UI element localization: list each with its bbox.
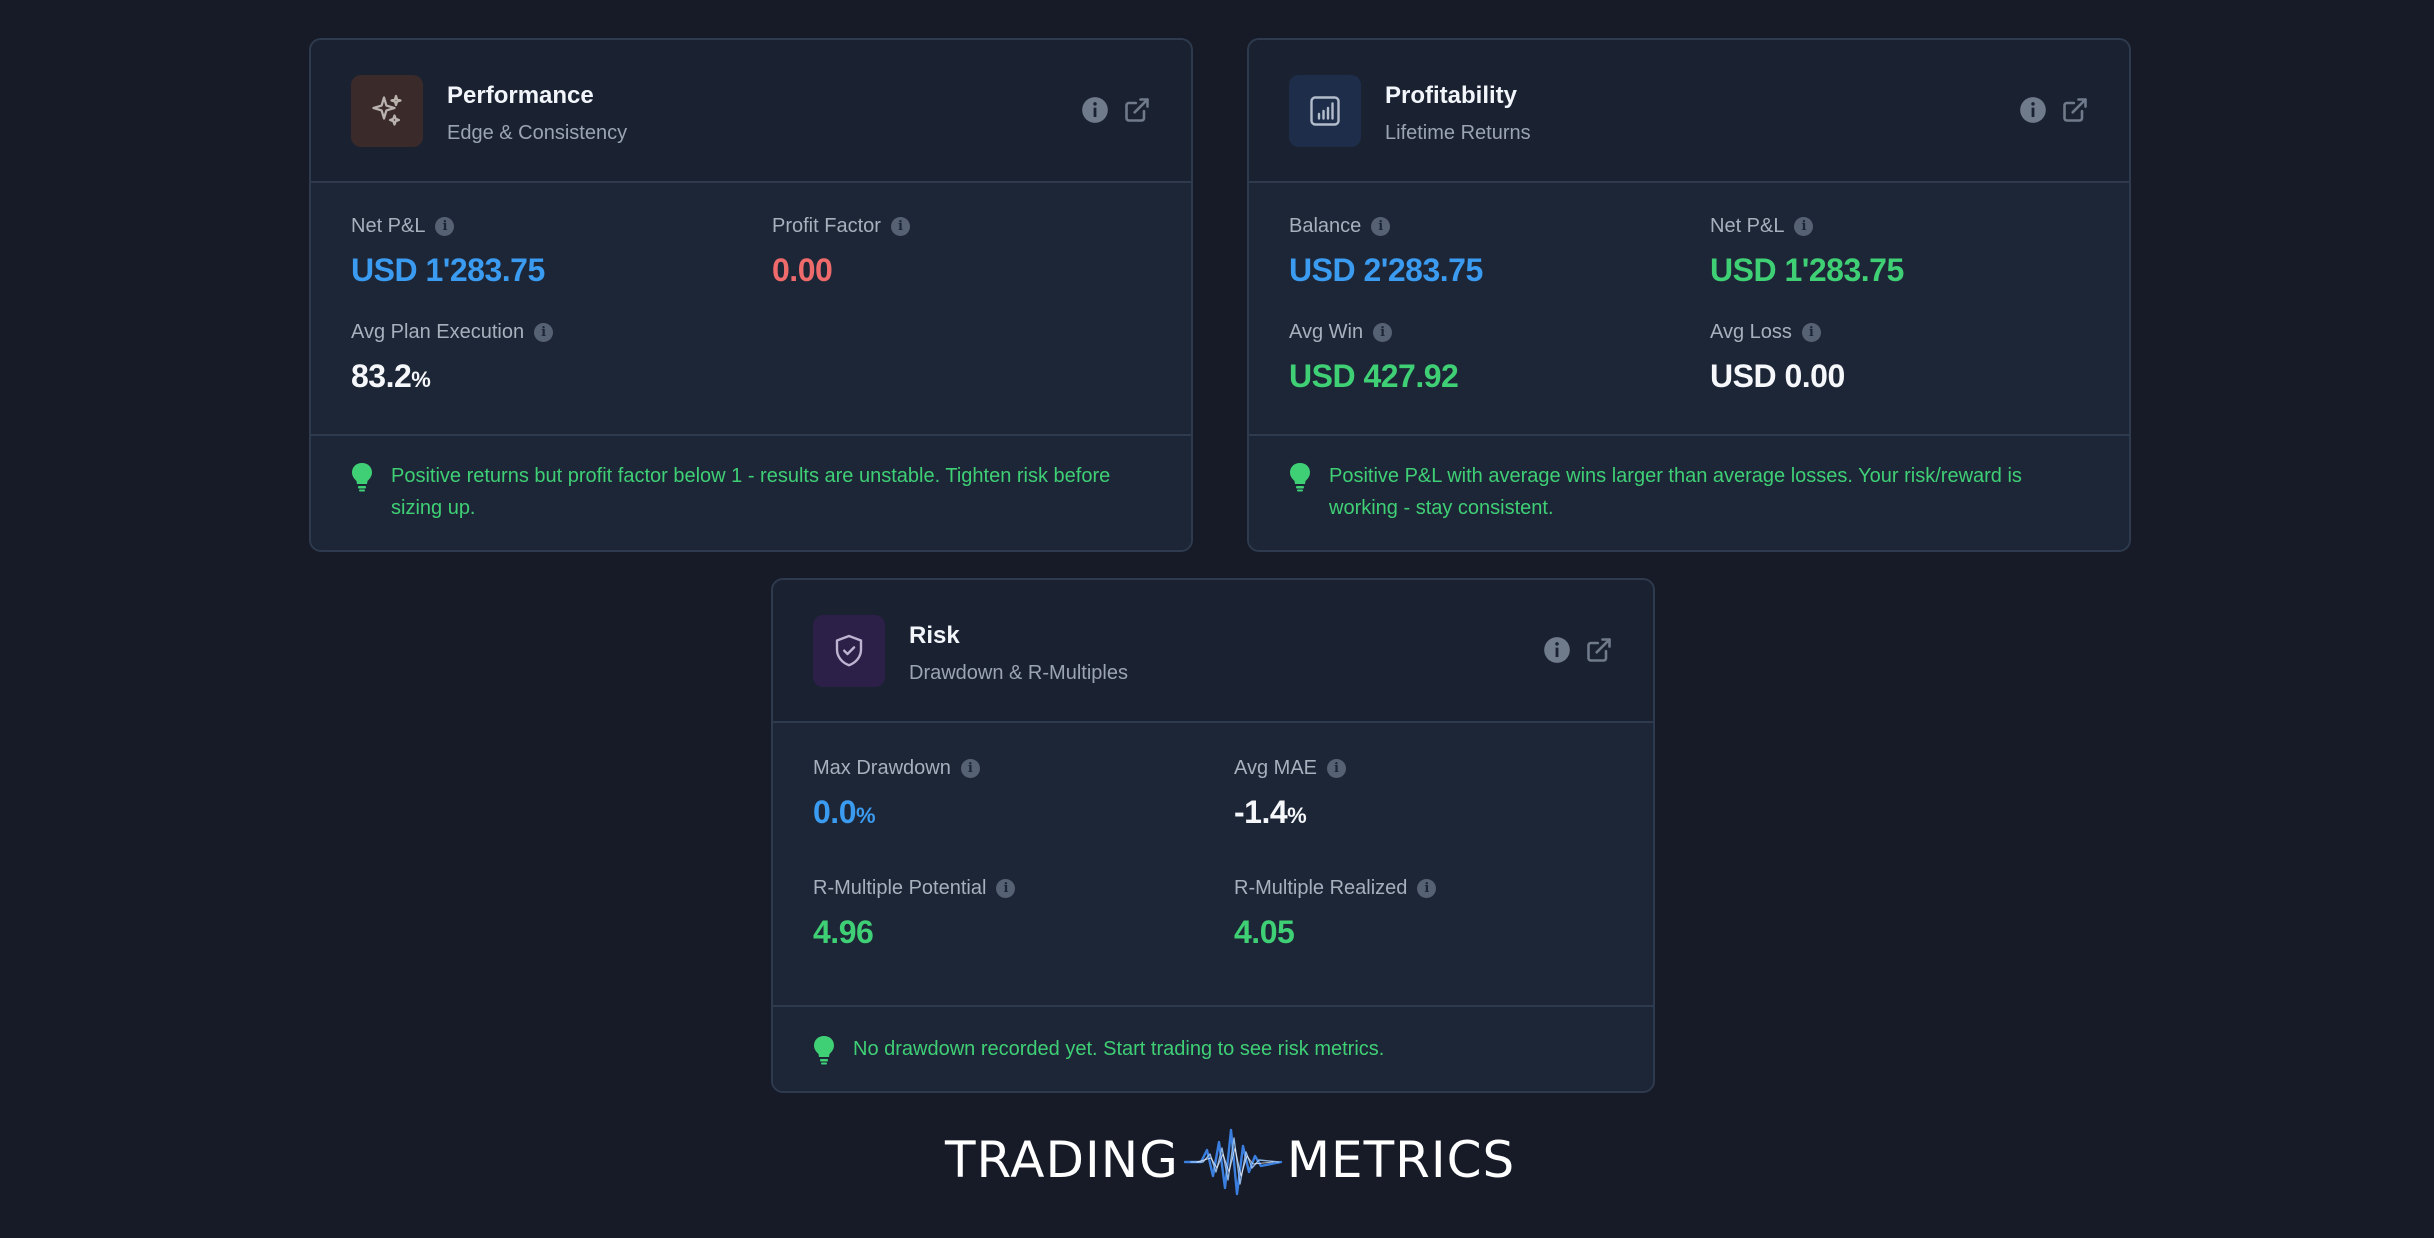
metric-value: 4.96 (813, 914, 874, 950)
profitability-card: Profitability Lifetime Returns Balance i … (1247, 38, 2131, 552)
info-icon[interactable]: i (1801, 323, 1821, 342)
metric-avg-mae: Avg MAE i -1.4% (1234, 757, 1346, 831)
metric-label: Avg Loss (1710, 321, 1792, 343)
metric-label: Max Drawdown (813, 757, 951, 779)
profitability-tip-text: Positive P&L with average wins larger th… (1329, 465, 2022, 519)
metric-label: R-Multiple Realized (1234, 877, 1408, 899)
metric-value: 83.2 (351, 358, 412, 394)
lightbulb-icon (1290, 463, 1310, 492)
info-icon[interactable]: i (1327, 759, 1346, 778)
info-icon[interactable]: i (890, 217, 910, 236)
metric-label: Avg MAE (1234, 757, 1317, 779)
metric-net-pnl: Net P&L i USD 1'283.75 (351, 215, 545, 289)
metric-value: 4.05 (1234, 914, 1295, 950)
metric-unit: % (411, 367, 431, 392)
profitability-card-header: Profitability Lifetime Returns (1249, 40, 2129, 183)
card-subtitle: Drawdown & R-Multiples (909, 662, 1128, 684)
external-link-icon[interactable] (2061, 96, 2089, 124)
brand-word-left: TRADING (945, 1131, 1179, 1189)
metric-value: 0.0 (813, 794, 856, 830)
info-icon[interactable] (1543, 636, 1571, 664)
info-icon[interactable]: i (1417, 879, 1437, 898)
metric-r-multiple-potential: R-Multiple Potential i 4.96 (813, 877, 1016, 951)
external-link-icon[interactable] (1123, 96, 1151, 124)
metric-label: Net P&L (1710, 215, 1785, 237)
performance-card: Performance Edge & Consistency Net P&L i … (309, 38, 1193, 552)
sparkles-icon (351, 75, 423, 147)
metric-label: Balance (1289, 215, 1362, 237)
brand-word-right: METRICS (1286, 1131, 1516, 1189)
metric-avg-loss: Avg Loss i USD 0.00 (1710, 321, 1845, 395)
info-icon[interactable] (1081, 96, 1109, 124)
risk-tip-text: No drawdown recorded yet. Start trading … (853, 1038, 1385, 1060)
external-link-icon[interactable] (1585, 636, 1613, 664)
performance-tip-text: Positive returns but profit factor below… (391, 465, 1111, 519)
metric-avg-plan-execution: Avg Plan Execution i 83.2% (351, 321, 554, 395)
info-icon[interactable]: i (435, 217, 455, 236)
metric-max-drawdown: Max Drawdown i 0.0% (813, 757, 980, 831)
metric-value: USD 0.00 (1710, 358, 1845, 394)
metric-label: Avg Plan Execution (351, 321, 525, 343)
metric-value: -1.4 (1234, 794, 1288, 830)
info-icon[interactable]: i (1794, 217, 1814, 236)
metric-value: USD 1'283.75 (1710, 252, 1904, 288)
info-icon[interactable]: i (1371, 217, 1391, 236)
card-subtitle: Lifetime Returns (1385, 122, 1531, 144)
metric-label: Net P&L (351, 215, 426, 237)
metric-value: USD 2'283.75 (1289, 252, 1483, 288)
info-icon[interactable]: i (996, 879, 1016, 898)
metric-r-multiple-realized: R-Multiple Realized i 4.05 (1234, 877, 1437, 951)
metric-avg-win: Avg Win i USD 427.92 (1289, 321, 1459, 395)
card-title: Profitability (1385, 82, 1518, 109)
metric-value: USD 1'283.75 (351, 252, 545, 288)
info-icon[interactable]: i (534, 323, 554, 342)
metric-label: Avg Win (1289, 321, 1364, 343)
bar-chart-icon (1289, 75, 1361, 147)
waveform-icon (1183, 1128, 1283, 1196)
brand-logo: TRADING METRICS (945, 1120, 1515, 1200)
card-title: Risk (909, 622, 960, 649)
metric-balance: Balance i USD 2'283.75 (1289, 215, 1483, 289)
metric-unit: % (1287, 803, 1307, 828)
lightbulb-icon (352, 463, 372, 492)
metric-label: Profit Factor (772, 215, 881, 237)
card-title: Performance (447, 82, 594, 109)
lightbulb-icon (814, 1036, 834, 1065)
metric-net-pnl: Net P&L i USD 1'283.75 (1710, 215, 1904, 289)
card-subtitle: Edge & Consistency (447, 122, 628, 144)
info-icon[interactable]: i (960, 759, 980, 778)
performance-card-header: Performance Edge & Consistency (311, 40, 1191, 183)
risk-card: Risk Drawdown & R-Multiples Max Drawdown… (771, 578, 1655, 1093)
metric-unit: % (855, 803, 876, 828)
metric-label: R-Multiple Potential (813, 877, 987, 899)
performance-card-footer: Positive returns but profit factor below… (311, 434, 1191, 550)
metric-profit-factor: Profit Factor i 0.00 (772, 215, 910, 289)
info-icon[interactable] (2019, 96, 2047, 124)
profitability-card-footer: Positive P&L with average wins larger th… (1249, 434, 2129, 550)
metric-value: 0.00 (772, 252, 833, 288)
risk-card-footer: No drawdown recorded yet. Start trading … (773, 1005, 1653, 1091)
risk-card-header: Risk Drawdown & R-Multiples (773, 580, 1653, 723)
shield-check-icon (813, 615, 885, 687)
metric-value: USD 427.92 (1289, 358, 1459, 394)
info-icon[interactable]: i (1373, 323, 1393, 342)
